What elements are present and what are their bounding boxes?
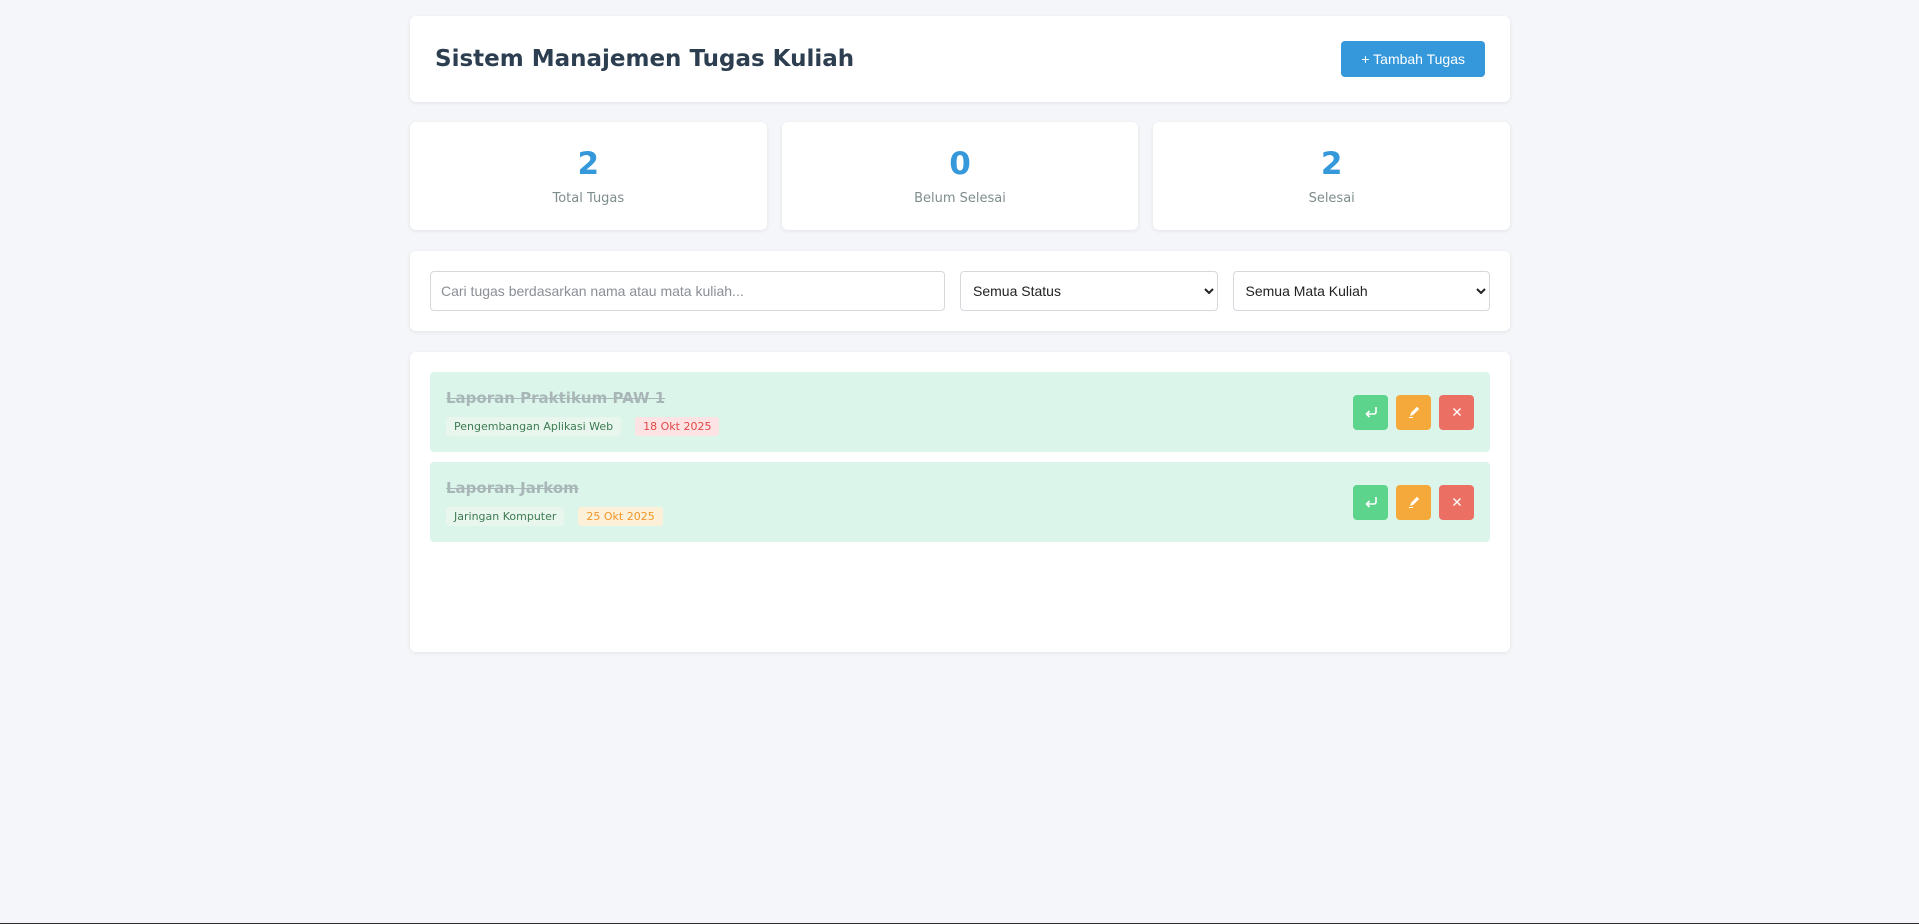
- task-name: Laporan Praktikum PAW 1: [446, 388, 666, 407]
- undo-button[interactable]: [1353, 394, 1388, 430]
- due-date-tag: 25 Okt 2025: [578, 506, 663, 526]
- undo-icon: [1364, 407, 1377, 418]
- task-actions: [1353, 484, 1474, 520]
- stat-done-label: Selesai: [1308, 191, 1355, 207]
- due-date-tag: 18 Okt 2025: [635, 416, 720, 436]
- stats-row: 2 Total Tugas 0 Belum Selesai 2 Selesai: [410, 122, 1511, 230]
- task-info: Laporan Jarkom Jaringan Komputer 25 Okt …: [446, 479, 663, 526]
- edit-button[interactable]: [1396, 394, 1431, 430]
- task-name: Laporan Jarkom: [446, 478, 579, 497]
- pencil-icon: [1408, 406, 1419, 418]
- stat-pending-value: 0: [949, 145, 971, 182]
- filter-bar: Semua Status Semua Mata Kuliah: [410, 251, 1510, 331]
- stat-done: 2 Selesai: [1153, 122, 1511, 230]
- delete-button[interactable]: [1439, 394, 1474, 430]
- stat-pending-label: Belum Selesai: [914, 191, 1006, 207]
- stat-pending: 0 Belum Selesai: [781, 122, 1139, 230]
- course-filter-select[interactable]: Semua Mata Kuliah: [1232, 271, 1490, 311]
- task-list: Laporan Praktikum PAW 1 Pengembangan Apl…: [410, 352, 1510, 652]
- task-actions: [1353, 394, 1474, 430]
- search-input[interactable]: [430, 271, 945, 311]
- stat-total-value: 2: [577, 145, 600, 182]
- task-meta: Pengembangan Aplikasi Web 18 Okt 2025: [446, 416, 720, 436]
- app-container: Sistem Manajemen Tugas Kuliah + Tambah T…: [410, 16, 1511, 652]
- stat-total-label: Total Tugas: [552, 191, 625, 207]
- header: Sistem Manajemen Tugas Kuliah + Tambah T…: [410, 16, 1510, 102]
- task-item: Laporan Jarkom Jaringan Komputer 25 Okt …: [430, 462, 1490, 542]
- task-meta: Jaringan Komputer 25 Okt 2025: [446, 506, 663, 526]
- undo-button[interactable]: [1353, 484, 1388, 520]
- stat-total: 2 Total Tugas: [410, 122, 767, 230]
- delete-button[interactable]: [1439, 484, 1474, 520]
- edit-button[interactable]: [1396, 484, 1431, 520]
- add-task-button[interactable]: + Tambah Tugas: [1341, 41, 1485, 77]
- stat-done-value: 2: [1320, 145, 1343, 182]
- task-item: Laporan Praktikum PAW 1 Pengembangan Apl…: [430, 372, 1490, 452]
- close-icon: [1452, 408, 1461, 416]
- course-tag: Pengembangan Aplikasi Web: [446, 416, 622, 436]
- undo-icon: [1364, 497, 1377, 508]
- close-icon: [1452, 498, 1461, 506]
- page-title: Sistem Manajemen Tugas Kuliah: [435, 46, 855, 72]
- task-info: Laporan Praktikum PAW 1 Pengembangan Apl…: [446, 388, 720, 436]
- status-filter-select[interactable]: Semua Status: [960, 271, 1218, 311]
- course-tag: Jaringan Komputer: [446, 506, 565, 526]
- pencil-icon: [1408, 496, 1419, 508]
